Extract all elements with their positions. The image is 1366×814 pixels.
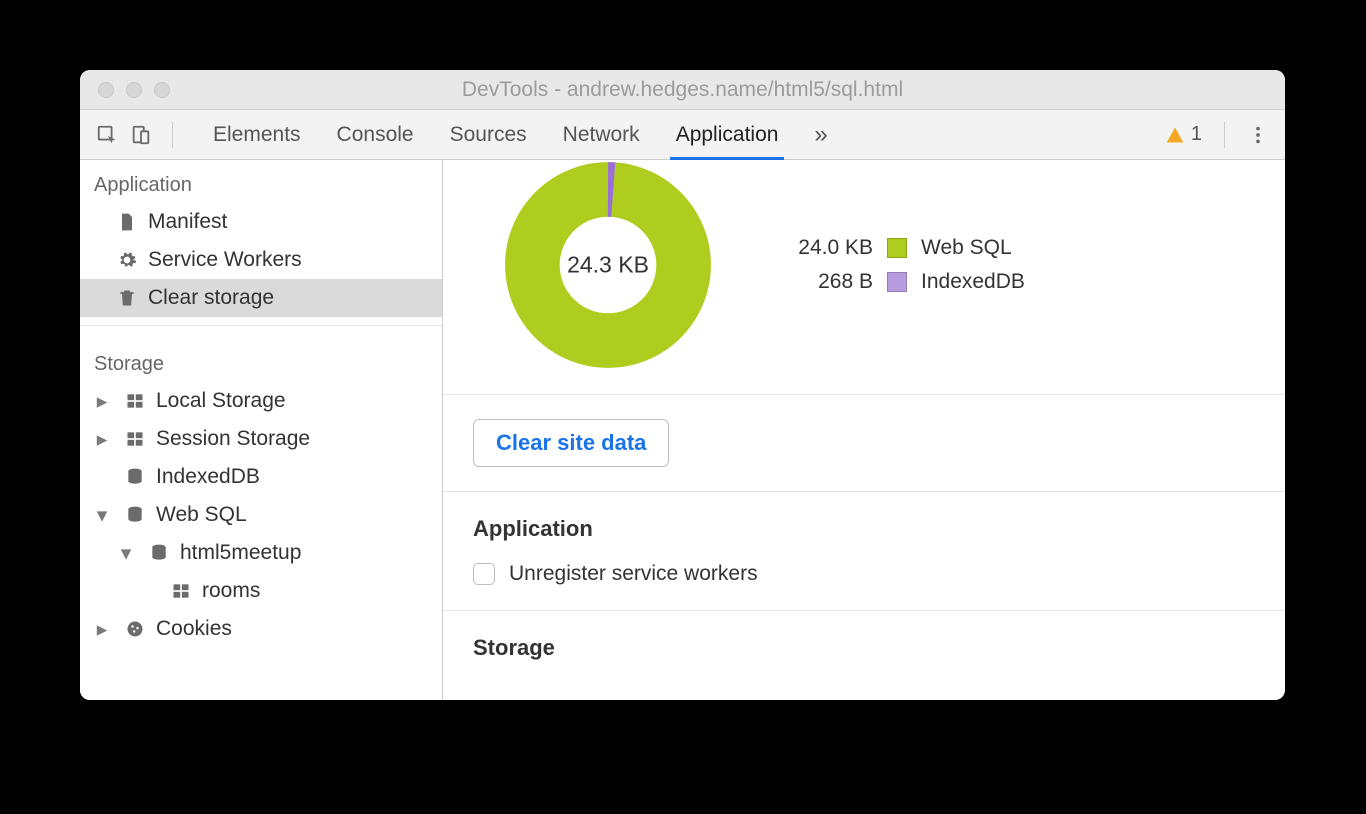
sidebar-item-label: Session Storage <box>156 427 310 451</box>
legend-size: 24.0 KB <box>783 236 873 260</box>
sidebar-item-cookies[interactable]: ▸ Cookies <box>80 610 442 648</box>
clear-site-data-section: Clear site data <box>443 395 1285 492</box>
legend-row-indexeddb: 268 B IndexedDB <box>783 270 1025 294</box>
sidebar-item-indexeddb[interactable]: IndexedDB <box>80 458 442 496</box>
application-sidebar: Application Manifest Service Workers <box>80 160 443 700</box>
application-section: Application Unregister service workers <box>443 492 1285 611</box>
unregister-checkbox[interactable] <box>473 563 495 585</box>
tab-network[interactable]: Network <box>563 110 640 159</box>
collapse-arrow-icon: ▾ <box>118 541 134 566</box>
tab-label: Elements <box>213 123 301 147</box>
legend-swatch-indexeddb <box>887 272 907 292</box>
sidebar-item-label: Web SQL <box>156 503 247 527</box>
tab-sources[interactable]: Sources <box>450 110 527 159</box>
sidebar-divider <box>80 325 442 339</box>
overflow-chevron-icon: » <box>814 121 827 149</box>
expand-arrow-icon: ▸ <box>94 389 110 414</box>
legend-label: Web SQL <box>921 236 1012 260</box>
tabs-overflow[interactable]: » <box>814 110 827 159</box>
storage-heading: Storage <box>473 635 1255 661</box>
tab-label: Network <box>563 123 640 147</box>
traffic-lights <box>80 82 170 98</box>
sidebar-item-manifest[interactable]: Manifest <box>80 203 442 241</box>
expand-arrow-icon: ▸ <box>94 427 110 452</box>
sidebar-group-storage: Storage <box>80 339 442 382</box>
sidebar-item-web-sql[interactable]: ▾ Web SQL <box>80 496 442 534</box>
usage-donut-chart: 24.3 KB <box>503 160 713 370</box>
warnings-badge[interactable]: 1 <box>1165 123 1202 146</box>
sidebar-item-label: Local Storage <box>156 389 286 413</box>
storage-section: Storage <box>443 611 1285 700</box>
application-heading: Application <box>473 516 1255 542</box>
expand-arrow-icon: ▸ <box>94 617 110 642</box>
sidebar-item-label: html5meetup <box>180 541 301 565</box>
panel-tabs: Elements Console Sources Network Applica… <box>213 110 828 159</box>
sidebar-item-label: rooms <box>202 579 260 603</box>
unregister-label: Unregister service workers <box>509 562 758 586</box>
clear-storage-panel: 24.3 KB 24.0 KB Web SQL 268 B IndexedDB <box>443 160 1285 700</box>
sidebar-item-html5meetup[interactable]: ▾ html5meetup <box>80 534 442 572</box>
usage-legend: 24.0 KB Web SQL 268 B IndexedDB <box>783 236 1025 294</box>
file-icon <box>116 211 138 233</box>
sidebar-item-rooms[interactable]: rooms <box>80 572 442 610</box>
unregister-service-workers-row[interactable]: Unregister service workers <box>473 562 1255 586</box>
tab-label: Console <box>337 123 414 147</box>
warnings-count: 1 <box>1191 123 1202 146</box>
database-icon <box>124 466 146 488</box>
gear-icon <box>116 249 138 271</box>
usage-total-label: 24.3 KB <box>567 252 649 279</box>
toolbar-separator <box>172 122 173 148</box>
kebab-menu-icon[interactable] <box>1247 124 1269 146</box>
toolbar-separator <box>1224 122 1225 148</box>
inspect-element-icon[interactable] <box>96 124 118 146</box>
device-toggle-icon[interactable] <box>130 124 152 146</box>
collapse-arrow-icon: ▾ <box>94 503 110 528</box>
sidebar-item-label: Clear storage <box>148 286 274 310</box>
clear-site-data-button[interactable]: Clear site data <box>473 419 669 467</box>
warning-icon <box>1165 125 1185 145</box>
sidebar-item-label: Service Workers <box>148 248 302 272</box>
titlebar: DevTools - andrew.hedges.name/html5/sql.… <box>80 70 1285 110</box>
cookie-icon <box>124 618 146 640</box>
table-icon <box>124 428 146 450</box>
trash-icon <box>116 287 138 309</box>
database-icon <box>124 504 146 526</box>
sidebar-item-service-workers[interactable]: Service Workers <box>80 241 442 279</box>
legend-size: 268 B <box>783 270 873 294</box>
database-icon <box>148 542 170 564</box>
tab-application[interactable]: Application <box>676 110 779 159</box>
sidebar-group-application: Application <box>80 160 442 203</box>
sidebar-item-label: Cookies <box>156 617 232 641</box>
devtools-window: DevTools - andrew.hedges.name/html5/sql.… <box>80 70 1285 700</box>
legend-swatch-websql <box>887 238 907 258</box>
sidebar-item-session-storage[interactable]: ▸ Session Storage <box>80 420 442 458</box>
window-title: DevTools - andrew.hedges.name/html5/sql.… <box>80 78 1285 102</box>
expand-arrow-placeholder <box>94 465 110 489</box>
panel-body: Application Manifest Service Workers <box>80 160 1285 700</box>
minimize-window-dot[interactable] <box>126 82 142 98</box>
table-icon <box>124 390 146 412</box>
tab-console[interactable]: Console <box>337 110 414 159</box>
sidebar-item-local-storage[interactable]: ▸ Local Storage <box>80 382 442 420</box>
usage-chart-section: 24.3 KB 24.0 KB Web SQL 268 B IndexedDB <box>443 160 1285 395</box>
close-window-dot[interactable] <box>98 82 114 98</box>
legend-label: IndexedDB <box>921 270 1025 294</box>
legend-row-websql: 24.0 KB Web SQL <box>783 236 1025 260</box>
table-icon <box>170 580 192 602</box>
zoom-window-dot[interactable] <box>154 82 170 98</box>
sidebar-item-clear-storage[interactable]: Clear storage <box>80 279 442 317</box>
tab-label: Application <box>676 123 779 147</box>
devtools-tabbar: Elements Console Sources Network Applica… <box>80 110 1285 160</box>
tab-elements[interactable]: Elements <box>213 110 301 159</box>
sidebar-item-label: IndexedDB <box>156 465 260 489</box>
tab-label: Sources <box>450 123 527 147</box>
sidebar-item-label: Manifest <box>148 210 227 234</box>
